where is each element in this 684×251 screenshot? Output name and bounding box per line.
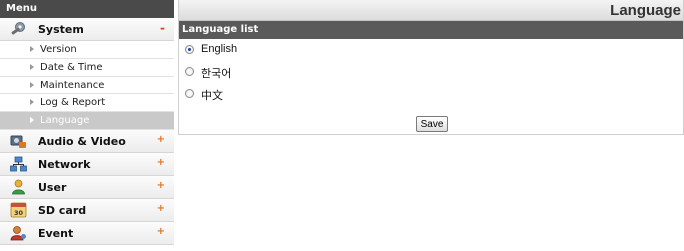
menu-section-label: System (38, 23, 84, 36)
language-option-label: 中文 (201, 90, 223, 102)
expand-icon[interactable]: + (157, 203, 165, 214)
menu-section-network[interactable]: Network + (0, 152, 174, 176)
sidebar-item-label: Version (40, 44, 77, 55)
triangle-right-icon (30, 99, 34, 106)
menu-section-user[interactable]: User + (0, 175, 174, 199)
language-list-header: Language list (179, 21, 683, 39)
sidebar-item-label: Date & Time (40, 61, 103, 73)
sidebar-item-version[interactable]: Version (0, 41, 174, 59)
sidebar-item-language[interactable]: Language (0, 112, 174, 130)
sidebar-item-maintenance[interactable]: Maintenance (0, 76, 174, 95)
radio-chinese[interactable] (185, 89, 194, 98)
menu-section-sd-card[interactable]: 30 SD card + (0, 198, 174, 222)
radio-korean[interactable] (185, 67, 194, 76)
save-button[interactable]: Save (416, 116, 448, 132)
title-bar: Language (179, 0, 683, 21)
sidebar-item-date-time[interactable]: Date & Time (0, 58, 174, 77)
camera-icon (10, 133, 27, 149)
language-panel: Language Language list English 한국어 中文 Sa… (178, 0, 684, 135)
sidebar-item-label: Maintenance (40, 79, 105, 91)
triangle-right-icon (30, 46, 34, 52)
triangle-right-icon (30, 63, 34, 70)
wrench-gear-icon (10, 21, 27, 37)
sd-card-icon-text: 30 (14, 209, 24, 217)
user-icon (10, 179, 27, 195)
event-icon (10, 225, 27, 241)
sd-card-icon: 30 (10, 202, 27, 218)
page-title: Language (610, 2, 681, 19)
sidebar-item-log-report[interactable]: Log & Report (0, 94, 174, 113)
triangle-right-icon (30, 117, 34, 124)
save-row: Save (179, 115, 683, 133)
sidebar-item-label: Language (40, 115, 90, 127)
menu-section-label: SD card (38, 203, 87, 217)
collapse-icon[interactable]: - (160, 21, 165, 35)
sidebar-item-label: Log & Report (40, 97, 106, 109)
language-option-english[interactable]: English (179, 39, 683, 61)
menu-section-label: Audio & Video (38, 134, 126, 148)
expand-icon[interactable]: + (157, 180, 165, 191)
expand-icon[interactable]: + (157, 157, 165, 168)
menu-section-event[interactable]: Event + (0, 221, 174, 245)
menu-section-audio-video[interactable]: Audio & Video + (0, 129, 174, 153)
menu-section-label: User (38, 180, 67, 194)
triangle-right-icon (30, 81, 34, 88)
expand-icon[interactable]: + (157, 226, 165, 237)
menu-section-label: Event (38, 226, 74, 240)
menu-section-label: Network (38, 157, 91, 171)
menu-header: Menu (0, 0, 174, 18)
language-option-label: English (201, 43, 238, 55)
language-option-chinese[interactable]: 中文 (179, 83, 683, 105)
language-option-label: 한국어 (201, 68, 232, 80)
sidebar-menu: Menu System - Version Date & Time Mainte… (0, 0, 174, 251)
network-icon (10, 156, 27, 172)
menu-section-system[interactable]: System - (0, 18, 174, 41)
radio-english[interactable] (185, 45, 194, 54)
expand-icon[interactable]: + (157, 134, 165, 145)
language-option-korean[interactable]: 한국어 (179, 61, 683, 83)
